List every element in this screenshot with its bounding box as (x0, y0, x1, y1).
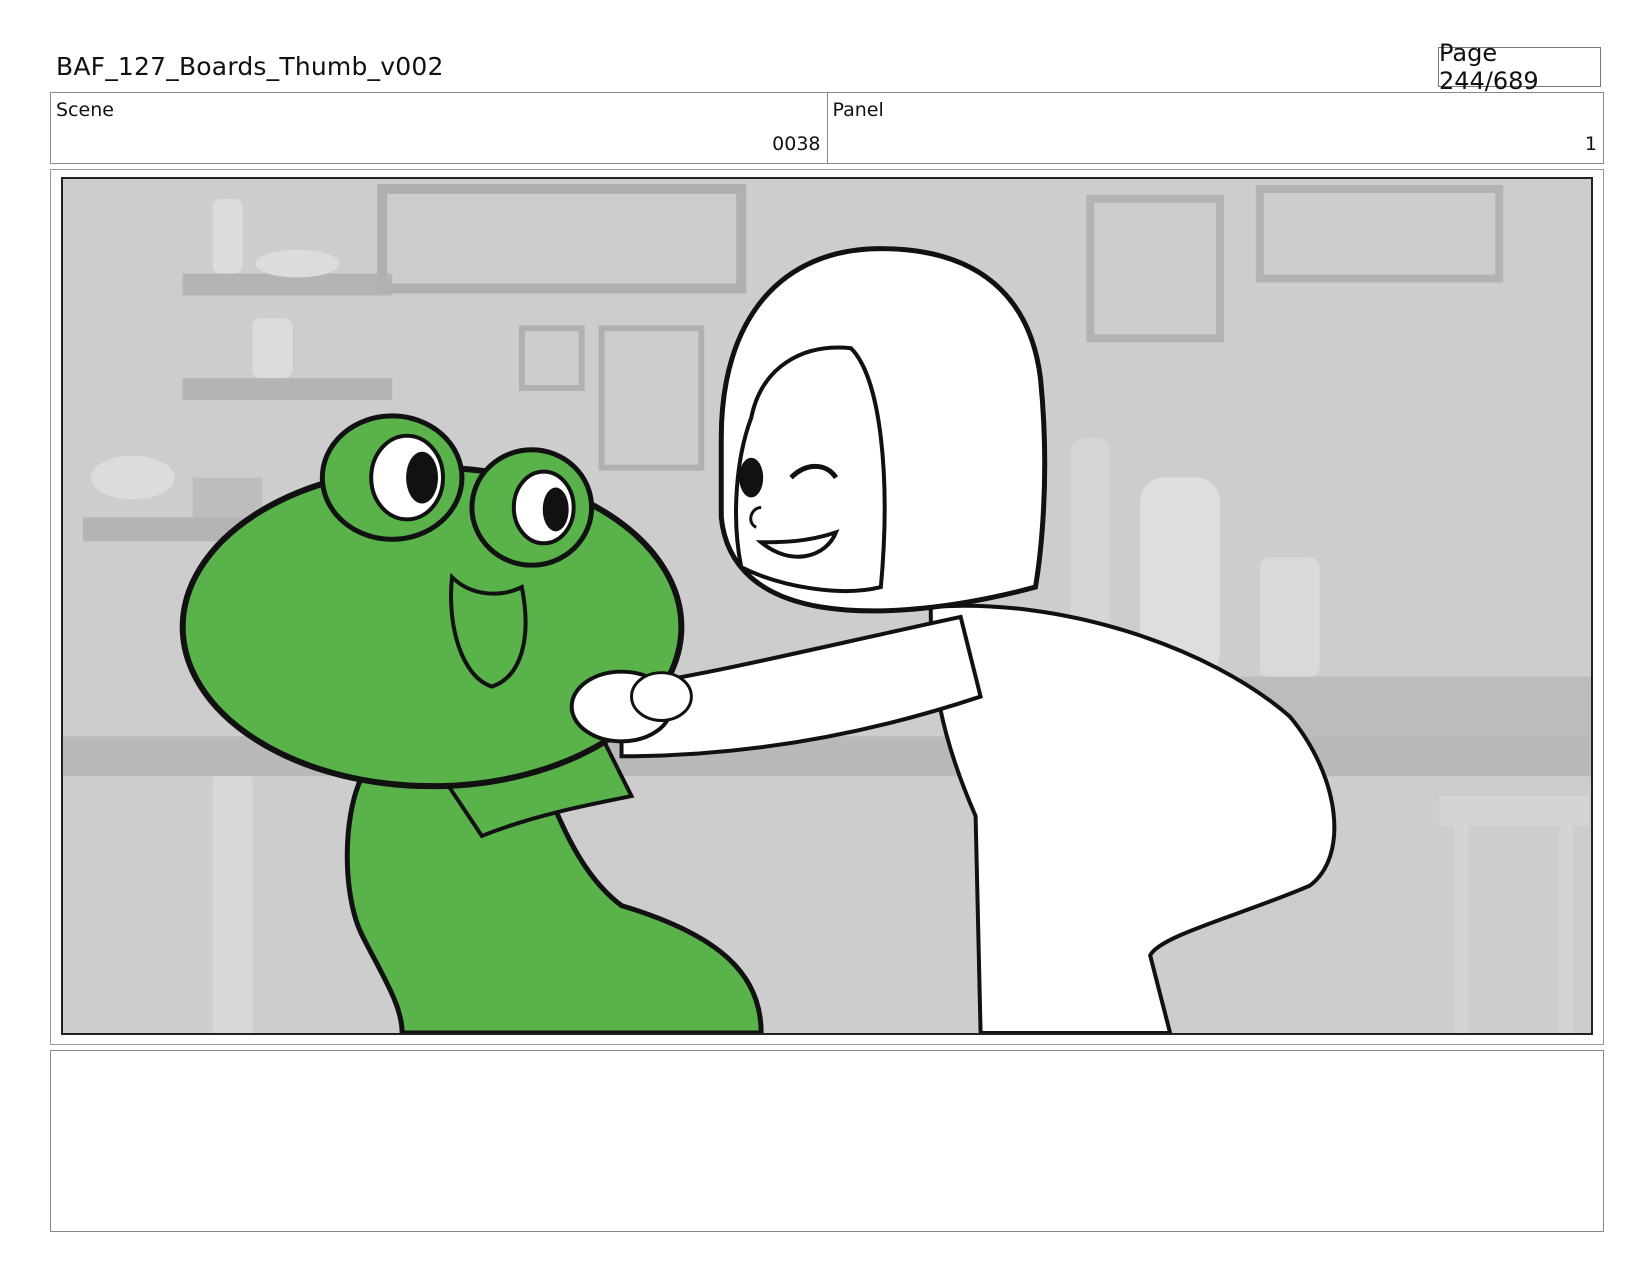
scene-panel-info: Scene 0038 Panel 1 (50, 92, 1604, 164)
scene-label: Scene (56, 99, 114, 121)
notes-area (50, 1050, 1604, 1232)
scene-cell: Scene 0038 (51, 93, 827, 163)
scene-number: 0038 (772, 133, 821, 155)
storyboard-image (61, 177, 1593, 1035)
panel-cell: Panel 1 (826, 93, 1604, 163)
document-title: BAF_127_Boards_Thumb_v002 (56, 52, 444, 81)
panel-label: Panel (832, 99, 884, 121)
panel-number: 1 (1584, 133, 1597, 155)
page-counter: Page 244/689 (1438, 39, 1601, 95)
storyboard-drawing (63, 179, 1591, 1033)
